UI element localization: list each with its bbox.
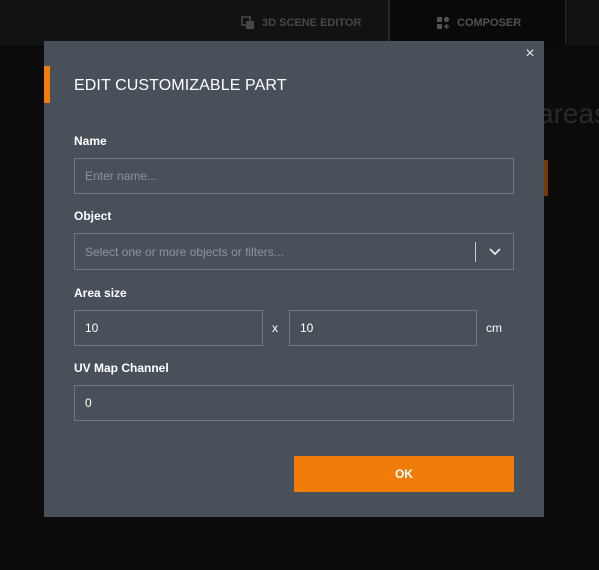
object-label: Object (74, 209, 112, 223)
ok-button[interactable]: OK (294, 456, 514, 492)
edit-customizable-part-dialog: × EDIT CUSTOMIZABLE PART Name Object Sel… (44, 41, 544, 517)
object-select[interactable]: Select one or more objects or filters... (74, 233, 514, 270)
object-select-placeholder: Select one or more objects or filters... (85, 245, 284, 259)
dialog-title: EDIT CUSTOMIZABLE PART (74, 77, 287, 94)
name-label: Name (74, 134, 107, 148)
area-height-input[interactable] (289, 310, 477, 346)
title-accent-bar (44, 66, 50, 103)
chevron-down-icon[interactable] (487, 245, 503, 259)
unit-label: cm (486, 321, 502, 335)
name-input[interactable] (74, 158, 514, 194)
area-size-label: Area size (74, 286, 127, 300)
area-width-input[interactable] (74, 310, 263, 346)
close-icon[interactable]: × (522, 46, 538, 62)
uv-map-channel-input[interactable] (74, 385, 514, 421)
uv-map-channel-label: UV Map Channel (74, 361, 169, 375)
select-divider (475, 242, 476, 262)
dimension-separator: x (272, 321, 278, 335)
